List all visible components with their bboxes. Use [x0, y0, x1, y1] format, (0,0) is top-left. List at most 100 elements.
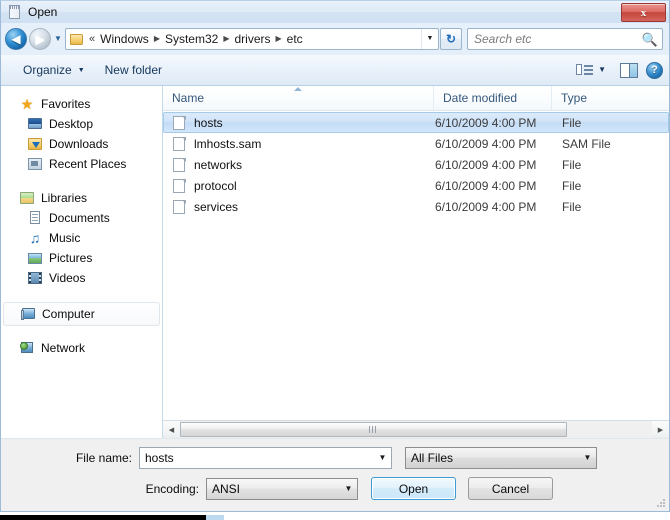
- sidebar-item-network[interactable]: Network: [1, 338, 162, 358]
- table-row[interactable]: lmhosts.sam 6/10/2009 4:00 PM SAM File: [163, 133, 669, 154]
- window-title: Open: [28, 5, 58, 19]
- sidebar-item-videos[interactable]: Videos: [1, 268, 162, 288]
- sidebar-item-documents[interactable]: Documents: [1, 208, 162, 228]
- file-name-label: lmhosts.sam: [194, 136, 262, 151]
- file-date-cell: 6/10/2009 4:00 PM: [435, 115, 537, 130]
- sidebar-label-libraries: Libraries: [41, 191, 88, 205]
- scrollbar-thumb[interactable]: [180, 422, 568, 437]
- sidebar-item-favorites[interactable]: ★ Favorites: [1, 94, 162, 114]
- sidebar-item-downloads[interactable]: Downloads: [1, 134, 162, 154]
- open-button[interactable]: Open: [371, 477, 456, 500]
- sidebar-label-documents: Documents: [49, 211, 110, 225]
- encoding-row: Encoding: ANSI ▼ Open Cancel: [13, 477, 657, 500]
- sidebar-item-desktop[interactable]: Desktop: [1, 114, 162, 134]
- chevron-down-icon[interactable]: ▼: [340, 484, 357, 493]
- cancel-button[interactable]: Cancel: [468, 477, 553, 500]
- toolbar-right-group: ▼ ?: [576, 61, 663, 79]
- scroll-right-arrow-icon[interactable]: ▶: [652, 421, 669, 438]
- file-name-cell: lmhosts.sam: [164, 136, 435, 152]
- sidebar-item-computer[interactable]: Computer: [3, 302, 160, 326]
- pictures-icon: [27, 250, 43, 266]
- computer-icon: [20, 306, 36, 322]
- scroll-left-arrow-icon[interactable]: ◀: [163, 421, 180, 438]
- file-date-cell: 6/10/2009 4:00 PM: [435, 157, 537, 172]
- desktop-icon: [27, 116, 43, 132]
- table-row[interactable]: services 6/10/2009 4:00 PM File: [163, 196, 669, 217]
- dialog-body: ★ Favorites Desktop Downloads Recent Pla…: [1, 86, 669, 438]
- breadcrumb-item-system32[interactable]: System32: [163, 31, 220, 47]
- organize-button[interactable]: Organize ▼: [15, 60, 93, 80]
- new-folder-label: New folder: [104, 63, 162, 77]
- table-row[interactable]: protocol 6/10/2009 4:00 PM File: [163, 175, 669, 196]
- file-list-pane: Name Date modified Type hosts 6/10/2009 …: [163, 86, 669, 438]
- forward-button[interactable]: ▶: [29, 28, 51, 50]
- search-input-placeholder[interactable]: Search etc: [474, 32, 642, 46]
- sidebar-label-pictures: Pictures: [49, 251, 93, 265]
- file-type-filter-value: All Files: [411, 451, 454, 465]
- view-mode-dropdown-icon[interactable]: ▼: [596, 66, 612, 74]
- help-button[interactable]: ?: [646, 61, 663, 79]
- sidebar-item-recent-places[interactable]: Recent Places: [1, 154, 162, 174]
- sidebar-item-music[interactable]: ♫ Music: [1, 228, 162, 248]
- favorites-group: ★ Favorites Desktop Downloads Recent Pla…: [1, 94, 162, 174]
- file-name-label: services: [194, 199, 239, 214]
- file-type-filter-select[interactable]: All Files ▼: [405, 447, 597, 469]
- file-name-row: File name: hosts ▼ All Files ▼: [13, 447, 657, 469]
- file-name-input[interactable]: hosts ▼: [139, 447, 392, 469]
- file-type-cell: SAM File: [562, 136, 611, 151]
- chevron-down-icon[interactable]: ▼: [374, 454, 391, 462]
- column-header-name[interactable]: Name: [163, 86, 434, 110]
- breadcrumb-item-drivers[interactable]: drivers: [232, 31, 272, 47]
- scrollbar-track[interactable]: [180, 421, 652, 438]
- libraries-icon: [19, 190, 35, 206]
- close-button[interactable]: x: [621, 3, 666, 22]
- sidebar-divider: [1, 176, 162, 188]
- horizontal-scrollbar[interactable]: ◀ ▶: [163, 420, 669, 438]
- resize-grip-icon[interactable]: [656, 498, 666, 508]
- sidebar-label-recent-places: Recent Places: [49, 157, 127, 171]
- column-header-date-modified[interactable]: Date modified: [434, 86, 552, 110]
- sidebar-item-libraries[interactable]: Libraries: [1, 188, 162, 208]
- table-row[interactable]: hosts 6/10/2009 4:00 PM File: [163, 112, 669, 133]
- breadcrumb-separator-icon[interactable]: ▶: [223, 35, 229, 43]
- command-toolbar: Organize ▼ New folder ▼ ?: [1, 55, 669, 86]
- title-bar: Open x: [1, 1, 669, 23]
- file-name-cell: protocol: [164, 178, 435, 194]
- breadcrumb-separator-icon[interactable]: ▶: [276, 35, 282, 43]
- refresh-button[interactable]: ↻: [440, 28, 462, 50]
- address-dropdown-icon[interactable]: ▼: [421, 29, 438, 49]
- sidebar-item-pictures[interactable]: Pictures: [1, 248, 162, 268]
- search-box[interactable]: Search etc 🔍: [467, 28, 663, 50]
- sidebar-label-downloads: Downloads: [49, 137, 109, 151]
- chevron-down-icon[interactable]: ▼: [579, 454, 596, 462]
- file-name-cell: networks: [164, 157, 435, 173]
- column-header-type-label: Type: [561, 91, 588, 105]
- table-row[interactable]: networks 6/10/2009 4:00 PM File: [163, 154, 669, 175]
- breadcrumb-item-etc[interactable]: etc: [285, 31, 305, 47]
- taskbar-sliver: [0, 515, 206, 520]
- recent-places-icon: [27, 156, 43, 172]
- breadcrumb-item-windows[interactable]: Windows: [98, 31, 151, 47]
- preview-pane-toggle-icon[interactable]: [620, 62, 638, 78]
- new-folder-button[interactable]: New folder: [97, 60, 170, 80]
- breadcrumb-overflow-icon[interactable]: «: [89, 33, 95, 45]
- history-dropdown-button[interactable]: ▼: [51, 28, 65, 50]
- column-header-type[interactable]: Type: [552, 86, 669, 110]
- back-arrow-icon: ◀: [11, 32, 21, 46]
- folder-icon: [69, 33, 85, 46]
- encoding-value: ANSI: [212, 481, 241, 496]
- address-bar[interactable]: « Windows ▶ System32 ▶ drivers ▶ etc ▼: [65, 28, 439, 50]
- sidebar-label-favorites: Favorites: [41, 97, 91, 111]
- sidebar-label-network: Network: [41, 341, 86, 355]
- breadcrumb-separator-icon[interactable]: ▶: [154, 35, 160, 43]
- downloads-folder-icon: [27, 136, 43, 152]
- navigation-pane[interactable]: ★ Favorites Desktop Downloads Recent Pla…: [1, 86, 163, 438]
- file-icon: [173, 136, 186, 152]
- file-icon: [173, 199, 186, 215]
- encoding-select[interactable]: ANSI ▼: [206, 477, 358, 500]
- sidebar-label-videos: Videos: [49, 271, 86, 285]
- sidebar-label-music: Music: [49, 231, 81, 245]
- file-icon: [173, 157, 186, 173]
- view-mode-icon[interactable]: [576, 62, 594, 78]
- back-button[interactable]: ◀: [5, 28, 27, 50]
